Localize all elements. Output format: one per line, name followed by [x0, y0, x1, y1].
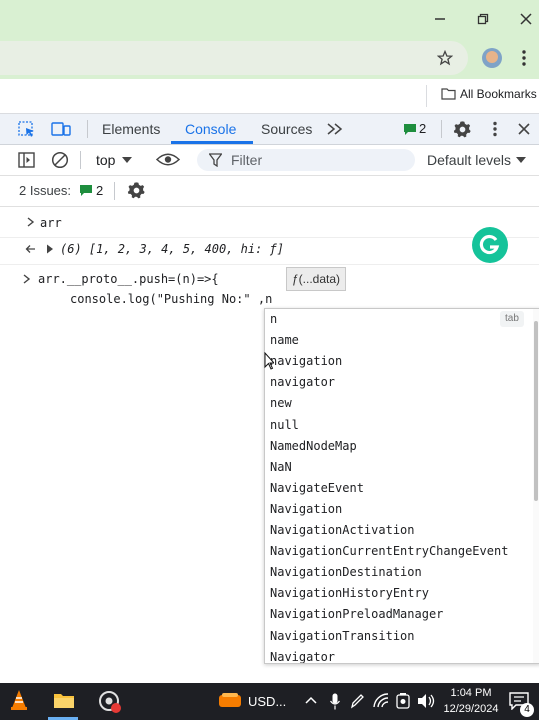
- issues-message-icon[interactable]: [403, 123, 417, 136]
- issues-count[interactable]: 2: [96, 176, 103, 206]
- settings-gear-icon[interactable]: [453, 120, 472, 139]
- chevron-down-icon[interactable]: [122, 157, 132, 164]
- vlc-icon[interactable]: [10, 689, 28, 711]
- console-result-line[interactable]: (6) [1, 2, 3, 4, 5, 400, hi: ƒ]: [60, 242, 284, 256]
- volume-icon[interactable]: [417, 693, 435, 709]
- editor-line-1[interactable]: arr.__proto__.push=(n)=>{: [38, 272, 219, 286]
- autocomplete-dropdown: tab n name navigation navigator new null Named…: [264, 308, 539, 664]
- battery-icon[interactable]: [396, 693, 410, 709]
- clock-time[interactable]: 1:04 PM: [445, 686, 497, 701]
- clear-console-icon[interactable]: [51, 151, 69, 169]
- bookmarks-bar: All Bookmarks: [0, 79, 539, 114]
- window-titlebar: [0, 0, 539, 37]
- issues-badge-count[interactable]: 2: [419, 114, 426, 144]
- folder-icon: [441, 87, 456, 100]
- device-toolbar-icon[interactable]: [51, 121, 71, 137]
- expand-triangle-icon[interactable]: [46, 244, 54, 254]
- stocks-widget-label[interactable]: USD...: [248, 683, 286, 720]
- sidebar-toggle-icon[interactable]: [18, 152, 35, 168]
- autocomplete-item[interactable]: null: [270, 415, 299, 435]
- clock-date[interactable]: 12/29/2024: [439, 702, 503, 717]
- divider: [426, 85, 427, 107]
- devtools-tabbar: Elements Console Sources 2: [0, 114, 539, 145]
- autocomplete-item[interactable]: NavigationTransition: [270, 626, 415, 646]
- taskbar: USD... 1:04 PM 12/29/2024 4: [0, 683, 539, 720]
- stocks-widget-icon[interactable]: [218, 691, 242, 711]
- autocomplete-item[interactable]: name: [270, 330, 299, 350]
- autocomplete-item[interactable]: NavigationHistoryEntry: [270, 583, 429, 603]
- pen-icon[interactable]: [350, 694, 364, 709]
- divider: [441, 120, 442, 138]
- chevron-up-icon[interactable]: [305, 696, 317, 704]
- autocomplete-item[interactable]: NavigationCurrentEntryChangeEvent: [270, 541, 508, 561]
- divider: [0, 237, 539, 238]
- autocomplete-item[interactable]: new: [270, 393, 292, 413]
- minimize-icon[interactable]: [420, 0, 460, 37]
- tab-elements[interactable]: Elements: [102, 114, 160, 144]
- context-selector[interactable]: top: [96, 145, 115, 175]
- chrome-recording-icon[interactable]: [98, 690, 122, 714]
- close-icon[interactable]: [506, 0, 539, 37]
- tab-sources[interactable]: Sources: [261, 114, 312, 144]
- issues-message-icon[interactable]: [79, 184, 93, 197]
- divider: [0, 264, 539, 265]
- autocomplete-item[interactable]: Navigation: [270, 499, 342, 519]
- log-levels-dropdown[interactable]: Default levels: [427, 145, 511, 175]
- filter-icon: [209, 153, 222, 167]
- live-expression-eye-icon[interactable]: [156, 151, 180, 168]
- more-menu-icon[interactable]: [521, 49, 527, 67]
- signature-hint: ƒ(...data): [286, 267, 347, 291]
- filter-input[interactable]: Filter: [197, 149, 415, 171]
- tab-hint-badge: tab: [500, 311, 524, 327]
- autocomplete-item[interactable]: NavigationDestination: [270, 562, 422, 582]
- profile-avatar[interactable]: [482, 48, 502, 68]
- autocomplete-item[interactable]: NavigationActivation: [270, 520, 415, 540]
- divider: [80, 151, 81, 169]
- result-arrow-icon: [25, 244, 36, 254]
- autocomplete-item[interactable]: NavigationPreloadManager: [270, 604, 443, 624]
- wifi-icon[interactable]: [373, 693, 389, 708]
- autocomplete-item[interactable]: navigation: [270, 351, 342, 371]
- autocomplete-item[interactable]: NamedNodeMap: [270, 436, 357, 456]
- grammarly-icon[interactable]: [472, 227, 508, 263]
- active-tab-indicator: [171, 141, 253, 144]
- issues-bar: 2 Issues: 2: [0, 176, 539, 207]
- notification-count-badge: 4: [520, 703, 534, 717]
- inspect-element-icon[interactable]: [18, 121, 36, 138]
- star-icon[interactable]: [437, 50, 453, 66]
- chevron-down-icon[interactable]: [516, 157, 526, 164]
- input-prompt-icon: [23, 274, 31, 284]
- issues-label: 2 Issues:: [19, 183, 72, 198]
- devtools-menu-icon[interactable]: [492, 121, 498, 137]
- all-bookmarks-link[interactable]: All Bookmarks: [460, 87, 537, 101]
- autocomplete-item[interactable]: n: [270, 309, 277, 329]
- file-explorer-icon[interactable]: [53, 691, 75, 709]
- more-tabs-icon[interactable]: [326, 122, 344, 136]
- filter-placeholder: Filter: [231, 152, 263, 168]
- autocomplete-item[interactable]: Navigator: [270, 647, 335, 663]
- autocomplete-scrollbar[interactable]: [533, 309, 539, 663]
- divider: [114, 182, 115, 200]
- autocomplete-item[interactable]: navigator: [270, 372, 335, 392]
- address-bar[interactable]: [0, 41, 468, 75]
- console-input-line: arr: [40, 216, 62, 230]
- console-toolbar: top Filter Default levels: [0, 145, 539, 176]
- microphone-icon[interactable]: [330, 693, 340, 710]
- console-settings-gear-icon[interactable]: [127, 181, 146, 200]
- mouse-cursor-icon: [264, 352, 274, 370]
- autocomplete-item[interactable]: NaN: [270, 457, 292, 477]
- restore-icon[interactable]: [463, 0, 503, 37]
- editor-line-2[interactable]: console.log("Pushing No:" ,n: [70, 292, 272, 306]
- input-prompt-icon: [27, 217, 35, 227]
- autocomplete-item[interactable]: NavigateEvent: [270, 478, 364, 498]
- divider: [87, 120, 88, 138]
- close-devtools-icon[interactable]: [518, 123, 530, 135]
- autocomplete-selected-row[interactable]: [265, 309, 539, 331]
- tab-console[interactable]: Console: [185, 114, 236, 144]
